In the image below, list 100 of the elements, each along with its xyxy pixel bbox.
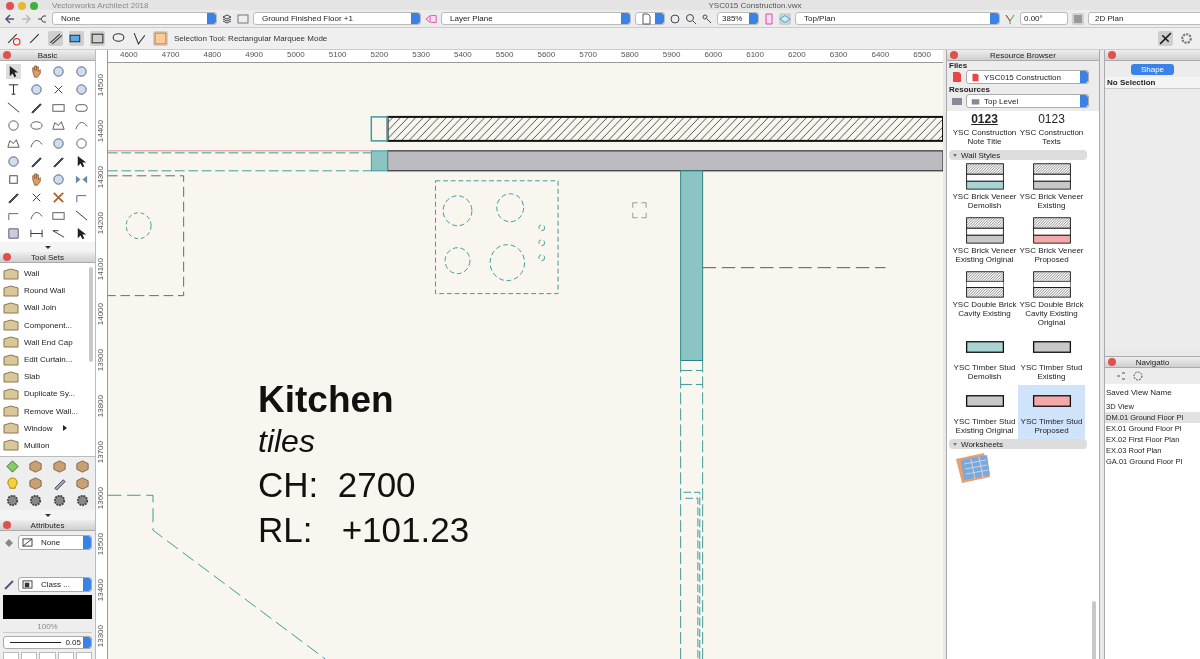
pencil-icon[interactable] <box>28 100 44 115</box>
tool-set-item[interactable]: Slab <box>0 368 95 386</box>
tool-set-item[interactable]: Remove Wall... <box>0 402 95 420</box>
line-icon[interactable] <box>27 31 42 46</box>
layers-icon[interactable] <box>221 12 233 25</box>
tool-set-item[interactable]: Wall End Cap <box>0 333 95 351</box>
multi-line-icon[interactable] <box>48 31 63 46</box>
polygon-marquee-icon[interactable] <box>132 31 147 46</box>
wall-column <box>370 150 389 172</box>
rotation-field[interactable]: 0.00° <box>1020 12 1068 25</box>
resource-item[interactable]: YSC Timber Stud Existing Original <box>951 385 1018 439</box>
render-icon[interactable] <box>1072 12 1084 25</box>
class-icon[interactable] <box>36 12 48 25</box>
gear-icon[interactable] <box>1179 31 1194 46</box>
pen-icon[interactable] <box>5 190 21 205</box>
zoom-field[interactable]: 385% <box>717 12 759 25</box>
category-dropdown[interactable]: None <box>52 12 217 25</box>
resource-item[interactable]: 0123 YSC Construction Texts <box>1018 111 1085 150</box>
fit-icon[interactable] <box>669 12 681 25</box>
wall-tool-icon <box>3 336 19 349</box>
room-name: Kitchen <box>258 380 395 420</box>
tool-set-item[interactable]: Window <box>0 419 95 437</box>
layer-dropdown[interactable]: Ground Finished Floor +1 <box>253 12 421 25</box>
thickness-dropdown[interactable]: 0.05 <box>3 636 92 650</box>
palette-title: Tool Sets <box>31 252 64 262</box>
ruler-label: 4900 <box>245 50 263 60</box>
eyedropper-icon[interactable] <box>28 154 44 169</box>
plane-icon[interactable] <box>425 12 437 25</box>
tool-set-item[interactable]: Mullion <box>0 436 95 455</box>
zoom-icon[interactable] <box>701 12 713 25</box>
polygon-icon[interactable] <box>5 136 21 151</box>
fill-dropdown[interactable]: None <box>18 535 92 551</box>
circle-icon[interactable] <box>5 118 21 133</box>
resource-item[interactable]: YSC Timber Stud Demolish <box>951 331 1018 385</box>
close-button[interactable] <box>1108 51 1116 59</box>
transform-icon[interactable] <box>69 31 84 46</box>
column-header[interactable]: Saved View Name <box>1105 384 1200 401</box>
wand-icon[interactable] <box>51 154 67 169</box>
close-button[interactable] <box>3 521 11 530</box>
resource-item[interactable]: YSC Timber Stud Proposed <box>1018 385 1085 439</box>
fill-bucket-icon <box>3 536 15 549</box>
gear-icon[interactable] <box>74 493 90 509</box>
resource-item[interactable]: YSC Double Brick Cavity Existing <box>951 268 1018 331</box>
file-icon <box>951 71 963 83</box>
blob-icon[interactable] <box>5 226 21 241</box>
view-dropdown[interactable]: Top/Plan <box>795 12 1000 25</box>
plane-dropdown[interactable]: Layer Plane <box>441 12 631 25</box>
resource-item[interactable]: YSC Brick Veneer Existing Original <box>951 214 1018 268</box>
gear-icon[interactable] <box>28 493 44 509</box>
close-button[interactable] <box>950 51 958 59</box>
scrollbar[interactable] <box>89 267 93 362</box>
layers-icon[interactable] <box>1132 370 1144 382</box>
resource-item[interactable]: YSC Timber Stud Existing <box>1018 331 1085 385</box>
window-icon[interactable] <box>237 12 249 25</box>
axes-icon[interactable] <box>1004 12 1016 25</box>
close-button[interactable] <box>1108 358 1116 366</box>
section-header[interactable]: Wall Styles <box>949 150 1087 160</box>
line-icon[interactable] <box>5 100 21 115</box>
section-header[interactable]: Worksheets <box>949 439 1087 449</box>
close-button[interactable] <box>3 51 11 59</box>
gear-icon[interactable] <box>51 493 67 509</box>
ruler-label: 5700 <box>579 50 597 60</box>
rectangle-marquee-icon[interactable] <box>90 31 105 46</box>
back-icon[interactable] <box>4 12 16 25</box>
resource-item[interactable]: YSC Brick Veneer Proposed <box>1018 214 1085 268</box>
render-field[interactable]: 2D Plan <box>1088 12 1200 25</box>
line-style-dropdown[interactable]: Class ... <box>18 577 92 593</box>
file-dropdown[interactable]: YSC015 Construction <box>966 70 1089 84</box>
ruler-label: 5800 <box>620 50 639 60</box>
resource-item[interactable]: 0123 YSC Construction Note Title <box>951 111 1018 150</box>
class-icon[interactable] <box>1115 370 1127 382</box>
resource-item[interactable]: YSC Double Brick Cavity Existing Original <box>1018 268 1085 331</box>
gear-icon[interactable] <box>5 493 21 509</box>
tool-set-item[interactable]: Round Wall <box>0 282 95 300</box>
dashed-circle <box>125 212 152 240</box>
ruler-label: 13900 <box>96 349 106 372</box>
pen-color-swatch[interactable] <box>3 595 92 620</box>
scissors-icon[interactable] <box>51 190 67 205</box>
palette-title: Resource Browser <box>990 50 1056 60</box>
close-button[interactable] <box>3 253 11 261</box>
tool-set-item[interactable]: Wall <box>0 265 95 283</box>
plan-view-icon[interactable] <box>779 12 791 25</box>
close-button[interactable] <box>6 2 14 10</box>
ruler-label: 13600 <box>96 487 106 510</box>
zoom-button[interactable] <box>30 2 38 10</box>
tool-set-item[interactable]: Wall Join <box>0 299 95 317</box>
line-icon[interactable] <box>74 208 90 223</box>
tool-set-item[interactable]: Component... <box>0 316 95 334</box>
flag-icon[interactable] <box>763 12 775 25</box>
shape-tab[interactable]: Shape <box>1130 64 1175 75</box>
folder-dropdown[interactable]: Top Level <box>966 94 1089 108</box>
resource-item[interactable]: YSC Brick Veneer Existing <box>1018 160 1085 214</box>
page-dropdown[interactable] <box>635 12 665 25</box>
snap-icon[interactable] <box>1158 31 1173 46</box>
tool-set-item[interactable]: Edit Curtain... <box>0 350 95 369</box>
pencil-icon[interactable] <box>51 476 67 492</box>
shape-icon[interactable] <box>51 118 67 133</box>
resource-item[interactable]: YSC Brick Veneer Demolish <box>951 160 1018 214</box>
no-snap-icon[interactable] <box>6 31 21 46</box>
tool-set-item[interactable]: Duplicate Sy... <box>0 385 95 403</box>
